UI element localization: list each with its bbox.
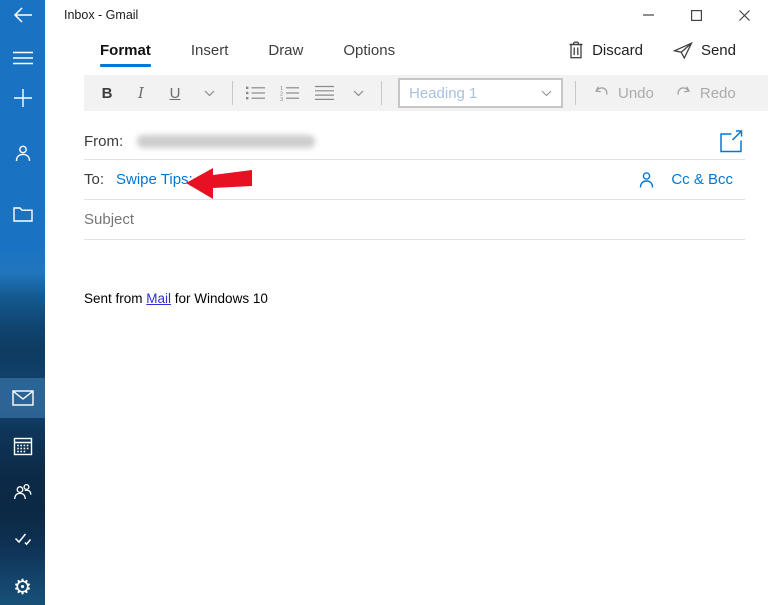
font-options-dropdown-button[interactable] [192, 78, 226, 108]
subject-field [84, 200, 745, 240]
bold-button[interactable]: B [90, 78, 124, 108]
folder-icon [12, 207, 33, 222]
settings-button[interactable]: ⚙ [0, 569, 45, 605]
contact-person-icon [640, 172, 654, 188]
signature-suffix: for Windows 10 [171, 291, 268, 306]
maximize-button[interactable] [672, 0, 720, 30]
close-button[interactable] [720, 0, 768, 30]
popout-icon [720, 130, 743, 153]
tab-insert-label: Insert [190, 41, 229, 59]
ribbon-tabs-row: Format Insert Draw Options Discard Send [45, 30, 768, 70]
popout-window-button[interactable] [717, 130, 745, 153]
italic-button[interactable]: I [124, 78, 158, 108]
window-title: Inbox - Gmail [64, 8, 139, 22]
tab-format-label: Format [100, 41, 151, 59]
window-controls [624, 0, 768, 30]
toolbar-separator [381, 81, 382, 105]
tab-format[interactable]: Format [100, 30, 151, 70]
undo-label: Undo [618, 84, 654, 102]
undo-button[interactable]: Undo [582, 78, 664, 108]
mail-envelope-icon [11, 390, 34, 406]
numbered-list-icon: 123 [280, 86, 299, 101]
compose-fields: From: To: Swipe Tips; Cc & Bcc [84, 111, 745, 240]
people-nav-button[interactable] [0, 473, 45, 509]
mail-nav-button[interactable] [0, 380, 45, 416]
toolbar-separator [232, 81, 233, 105]
mail-link[interactable]: Mail [146, 291, 171, 306]
send-label: Send [700, 41, 736, 59]
calendar-nav-button[interactable] [0, 428, 45, 464]
active-tab-underline [100, 64, 151, 67]
person-icon [15, 145, 30, 162]
back-arrow-icon [13, 7, 32, 23]
bullet-list-icon [246, 86, 265, 100]
mail-app-window: ⚙ Inbox - Gmail Format Insert Draw Optio… [0, 0, 768, 605]
choose-contacts-button[interactable] [637, 170, 656, 189]
tab-insert[interactable]: Insert [191, 30, 229, 70]
style-dropdown[interactable]: Heading 1 [398, 78, 563, 108]
todo-nav-button[interactable] [0, 520, 45, 556]
discard-label: Discard [592, 41, 643, 59]
plus-icon [13, 89, 32, 107]
compose-pane: Format Insert Draw Options Discard Send … [45, 30, 768, 605]
chevron-down-icon [204, 90, 214, 96]
tab-options-label: Options [343, 41, 396, 59]
tab-draw[interactable]: Draw [268, 30, 303, 70]
from-address-redacted [137, 135, 316, 148]
send-button[interactable]: Send [672, 41, 736, 59]
new-mail-button[interactable] [0, 80, 45, 116]
style-dropdown-value: Heading 1 [409, 84, 478, 102]
double-check-icon [14, 533, 31, 546]
sidebar: ⚙ [0, 0, 45, 605]
signature-prefix: Sent from [84, 291, 147, 306]
to-label: To: [84, 171, 105, 188]
toolbar-separator [575, 81, 576, 105]
signature-line: Sent from Mail for Windows 10 [84, 291, 745, 306]
annotation-arrow-icon [186, 168, 252, 199]
undo-icon [595, 86, 608, 95]
align-button[interactable] [307, 78, 341, 108]
people-icon [13, 483, 31, 500]
to-field[interactable]: To: Swipe Tips; Cc & Bcc [84, 160, 745, 200]
hamburger-icon [12, 51, 33, 65]
ribbon-tabs: Format Insert Draw Options [45, 30, 435, 70]
cc-bcc-toggle[interactable]: Cc & Bcc [671, 171, 733, 188]
minimize-icon [642, 14, 654, 16]
tab-options[interactable]: Options [343, 30, 395, 70]
gear-icon: ⚙ [13, 575, 32, 599]
menu-button[interactable] [0, 40, 45, 76]
calendar-icon [13, 437, 32, 456]
maximize-icon [690, 9, 702, 21]
send-icon [672, 41, 693, 59]
paragraph-options-dropdown-button[interactable] [341, 78, 375, 108]
folders-button[interactable] [0, 196, 45, 232]
numbered-list-button[interactable]: 123 [273, 78, 307, 108]
svg-text:3: 3 [280, 97, 283, 101]
header-actions: Discard Send [568, 41, 768, 59]
bullet-list-button[interactable] [239, 78, 273, 108]
discard-button[interactable]: Discard [568, 41, 643, 59]
back-button[interactable] [0, 0, 45, 30]
redo-button[interactable]: Redo [664, 78, 746, 108]
redo-label: Redo [699, 84, 736, 102]
from-field[interactable]: From: [84, 111, 745, 160]
trash-icon [569, 41, 583, 59]
align-lines-icon [314, 85, 334, 100]
close-icon [738, 9, 750, 21]
accounts-button[interactable] [0, 135, 45, 171]
underline-button[interactable]: U [158, 78, 192, 108]
chevron-down-icon [353, 90, 363, 96]
tab-draw-label: Draw [268, 41, 304, 59]
chevron-down-icon [541, 90, 552, 96]
redo-icon [677, 86, 690, 95]
subject-input[interactable] [84, 211, 745, 228]
to-recipient-token[interactable]: Swipe Tips; [116, 171, 193, 188]
from-label: From: [84, 133, 124, 150]
titlebar: Inbox - Gmail [45, 0, 768, 30]
format-toolbar: B I U 123 Heading 1 Undo Redo [84, 75, 768, 111]
message-body[interactable]: Sent from Mail for Windows 10 [84, 291, 745, 491]
minimize-button[interactable] [624, 0, 672, 30]
